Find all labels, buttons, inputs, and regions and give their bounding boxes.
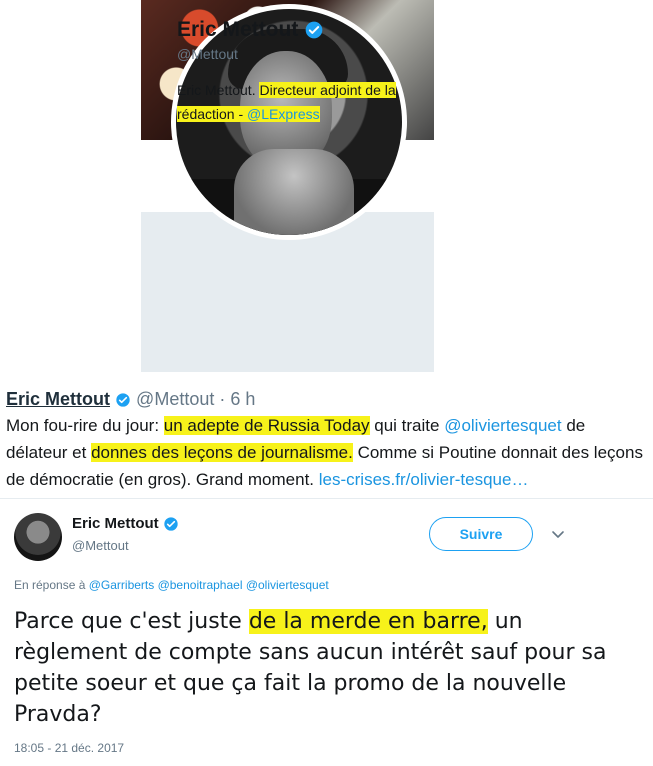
bio-prefix: Eric Mettout. <box>177 82 260 98</box>
tweet-time[interactable]: 6 h <box>230 389 255 409</box>
profile-bio: Eric Mettout. Directeur adjoint de la ré… <box>177 78 431 126</box>
verified-badge-icon <box>116 393 130 407</box>
profile-name[interactable]: Eric Mettout <box>177 18 324 42</box>
verified-badge-icon <box>305 22 323 39</box>
divider <box>0 498 653 499</box>
reply-author-handle[interactable]: @Mettout <box>72 538 129 553</box>
tweet-separator: · <box>214 389 231 409</box>
tweet-text-1: Mon fou-rire du jour: <box>6 416 164 435</box>
bio-link[interactable]: @LExpress <box>247 106 320 122</box>
chevron-down-icon[interactable] <box>550 526 566 542</box>
avatar-hand-shape <box>234 149 354 235</box>
reply-timestamp[interactable]: 18:05 - 21 déc. 2017 <box>14 741 124 755</box>
reply-author-name-text: Eric Mettout <box>72 515 159 532</box>
tweet-snippet: Eric Mettout @Mettout · 6 h Mon fou-rire… <box>0 380 653 498</box>
tweet-mention[interactable]: @oliviertesquet <box>444 416 561 435</box>
tweet-highlight-1: un adepte de Russia Today <box>163 416 370 435</box>
tweet-header: Eric Mettout @Mettout · 6 h <box>6 386 648 412</box>
tweet-text-2: qui traite <box>369 416 445 435</box>
follow-button[interactable]: Suivre <box>429 517 533 551</box>
tweet-highlight-2: donnes des leçons de journalisme. <box>91 443 353 462</box>
reply-text: Parce que c'est juste de la merde en bar… <box>14 606 634 730</box>
reply-context-prefix: En réponse à <box>14 578 89 592</box>
reply-tweet: Eric Mettout @Mettout Suivre En réponse … <box>0 500 653 766</box>
reply-text-1: Parce que c'est juste <box>14 609 249 634</box>
avatar[interactable] <box>14 513 62 561</box>
reply-highlight: de la merde en barre, <box>248 609 488 634</box>
reply-context-mentions[interactable]: @Garriberts @benoitraphael @oliviertesqu… <box>89 578 329 592</box>
profile-name-text: Eric Mettout <box>177 18 299 41</box>
tweet-body: Mon fou-rire du jour: un adepte de Russi… <box>6 412 648 493</box>
profile-handle[interactable]: @Mettout <box>177 46 238 62</box>
reply-author-name[interactable]: Eric Mettout <box>72 515 179 532</box>
tweet-author-handle[interactable]: @Mettout <box>136 389 214 409</box>
tweet-link[interactable]: les-crises.fr/olivier-tesque… <box>319 470 529 489</box>
tweet-author-name[interactable]: Eric Mettout <box>6 389 110 409</box>
reply-context: En réponse à @Garriberts @benoitraphael … <box>14 578 329 592</box>
profile-card: Eric Mettout @Mettout Eric Mettout. Dire… <box>141 0 434 372</box>
verified-badge-icon <box>164 517 178 531</box>
